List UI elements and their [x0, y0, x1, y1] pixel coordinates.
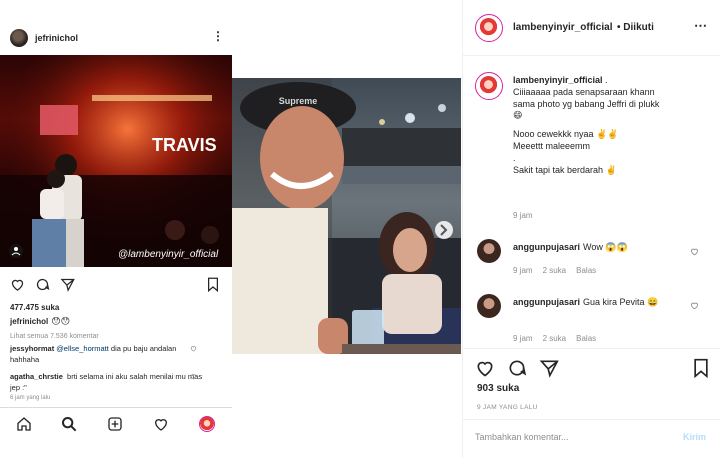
- caption-line-8: Sakit tapi tak berdarah ✌️: [513, 165, 617, 175]
- comment-2-avatar[interactable]: [477, 294, 501, 318]
- add-icon[interactable]: [107, 416, 123, 432]
- left-post-photo: TRAVIS @lambenyinyir_official: [0, 55, 232, 267]
- caption-line-1: Ciiiaaaaa pada senapsaraan khann: [513, 87, 655, 97]
- left-post-avatar[interactable]: [10, 29, 28, 47]
- heart-icon[interactable]: [690, 301, 699, 310]
- bottom-navigation: [0, 407, 232, 438]
- comment-2: anggunpujasari Gua kira Pevita 😄: [513, 296, 688, 308]
- follow-status[interactable]: • Diikuti: [617, 22, 654, 33]
- bookmark-icon[interactable]: [692, 358, 710, 378]
- left-post-likes: 477.475 suka: [10, 303, 60, 312]
- post-actions: 903 suka 9 JAM YANG LALU Kirim: [463, 348, 720, 452]
- comment-input[interactable]: [475, 429, 665, 445]
- left-comment-2-user[interactable]: agatha_chrstie: [10, 372, 63, 381]
- caption-line-2: sama photo yg babang Jeffri di plukk: [513, 99, 660, 109]
- comment-1-user[interactable]: anggunpujasari: [513, 242, 580, 252]
- comment-2-reply[interactable]: Balas: [576, 334, 596, 343]
- caption-time: 9 jam: [513, 211, 533, 220]
- post-caption: lambenyinyir_official . Ciiiaaaaa pada s…: [513, 74, 713, 176]
- comment-2-meta: 9 jam 2 suka Balas: [513, 334, 606, 343]
- home-icon[interactable]: [16, 416, 32, 432]
- left-post-username[interactable]: jefrinichol: [35, 33, 78, 43]
- follow-status-label[interactable]: Diikuti: [623, 22, 654, 33]
- profile-avatar[interactable]: [199, 416, 215, 432]
- comment-2-user[interactable]: anggunpujasari: [513, 297, 580, 307]
- caption-line-5: Nooo cewekkk nyaa ✌️✌️: [513, 129, 619, 139]
- left-post-timestamp: 6 jam yang lalu: [10, 395, 51, 401]
- video-cap-text: Supreme: [279, 96, 318, 106]
- caption-username[interactable]: lambenyinyir_official: [513, 75, 603, 85]
- heart-icon[interactable]: [690, 247, 699, 256]
- video-frame[interactable]: Supreme: [232, 78, 461, 354]
- more-icon[interactable]: ⋯: [694, 18, 707, 34]
- heart-icon[interactable]: [190, 345, 197, 352]
- concert-photo: TRAVIS @lambenyinyir_official: [0, 55, 232, 267]
- comment-icon[interactable]: [35, 277, 50, 292]
- post-detail-panel: lambenyinyir_official • Diikuti ⋯ lamben…: [462, 0, 720, 458]
- bookmark-icon[interactable]: [206, 277, 220, 292]
- comment-2-time: 9 jam: [513, 334, 533, 343]
- share-icon[interactable]: [539, 358, 559, 378]
- separator-dot: •: [617, 22, 621, 33]
- search-icon[interactable]: [61, 416, 77, 432]
- comment-1-meta: 9 jam 2 suka Balas: [513, 266, 606, 275]
- more-icon[interactable]: ⋮: [212, 30, 224, 42]
- caption-line-7: .: [513, 153, 516, 163]
- left-post-actions: [0, 277, 232, 295]
- left-comment-2: agatha_chrstie brti selama ini aku salah…: [10, 371, 205, 393]
- share-icon[interactable]: [60, 277, 75, 292]
- left-instagram-screenshot: jefrinichol ⋮ TRAVIS @lambenyinyir_offic…: [0, 21, 232, 438]
- heart-icon[interactable]: [10, 277, 25, 292]
- author-username[interactable]: lambenyinyir_official: [513, 22, 612, 33]
- comment-2-likes[interactable]: 2 suka: [543, 334, 567, 343]
- caption-line-3: 😄: [513, 111, 523, 121]
- comment-input-row: Kirim: [463, 419, 720, 453]
- comment-1-time: 9 jam: [513, 266, 533, 275]
- comment-1-reply[interactable]: Balas: [576, 266, 596, 275]
- author-avatar[interactable]: [475, 14, 503, 42]
- left-post-header: jefrinichol ⋮: [0, 21, 232, 55]
- comment-1-text: Wow 😱😱: [583, 242, 628, 252]
- next-arrow-icon[interactable]: [435, 221, 453, 239]
- left-caption-user[interactable]: jefrinichol: [10, 317, 48, 326]
- caption-author-avatar[interactable]: [475, 72, 503, 100]
- left-comment-1: jessyhormat @ellse_hormatt dia pu baju an…: [10, 343, 205, 365]
- left-comment-1-mention[interactable]: @ellse_hormatt: [56, 344, 109, 353]
- left-post-caption: jefrinichol 😯😯: [10, 317, 70, 327]
- video-still: Supreme: [232, 78, 461, 354]
- post-date: 9 JAM YANG LALU: [477, 404, 538, 411]
- post-comment-button[interactable]: Kirim: [683, 432, 706, 442]
- view-all-comments-link[interactable]: Lihat semua 7.536 komentar: [10, 333, 99, 340]
- comment-1-avatar[interactable]: [477, 239, 501, 263]
- comment-2-text: Gua kira Pevita 😄: [583, 297, 659, 307]
- comment-1-likes[interactable]: 2 suka: [543, 266, 567, 275]
- comment-1: anggunpujasari Wow 😱😱: [513, 241, 688, 253]
- left-caption-text: 😯😯: [51, 317, 70, 327]
- left-comment-1-user[interactable]: jessyhormat: [10, 344, 54, 353]
- heart-icon[interactable]: [475, 358, 495, 378]
- post-likes[interactable]: 903 suka: [477, 383, 519, 394]
- stage-sign-text: TRAVIS: [152, 135, 217, 155]
- activity-icon[interactable]: [153, 416, 169, 432]
- caption-line-6: Meeettt maleeemm: [513, 141, 591, 151]
- heart-icon[interactable]: [190, 373, 197, 380]
- post-header: lambenyinyir_official • Diikuti ⋯: [463, 0, 720, 56]
- left-photo-watermark: @lambenyinyir_official: [118, 249, 219, 260]
- comment-icon[interactable]: [507, 358, 527, 378]
